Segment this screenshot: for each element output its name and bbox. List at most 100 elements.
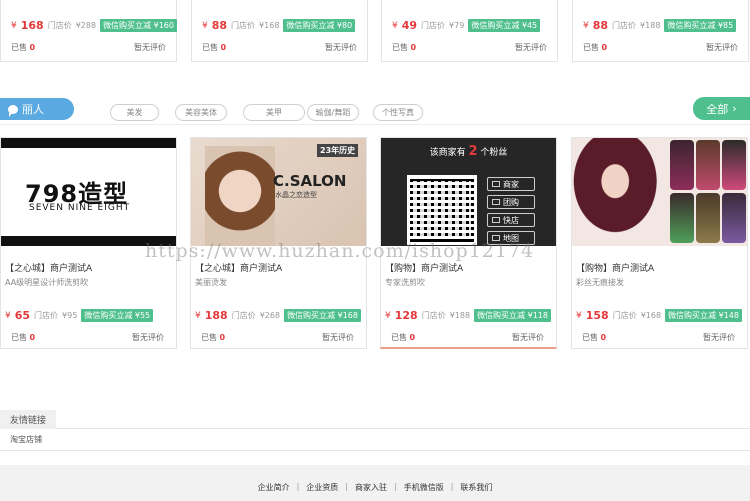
store-price: ¥95 <box>62 311 78 320</box>
product-title[interactable]: 【购物】商户测试A <box>576 261 654 274</box>
hair-swatch <box>696 140 720 190</box>
category-tag-beauty[interactable]: 美容美体 <box>175 104 227 121</box>
footer-link-contact[interactable]: 联系我们 <box>460 482 492 493</box>
footer-separator: | <box>296 482 300 491</box>
deal-card[interactable]: ¥ 168 门店价 ¥288 微信购买立减 ¥160 已售 0 暂无评价 <box>0 0 177 62</box>
sold-count: 已售 0 <box>583 43 608 52</box>
model-photo <box>205 146 275 246</box>
category-tag-hair[interactable]: 美发 <box>110 104 159 121</box>
model-photo <box>572 138 668 246</box>
product-image[interactable]: 23年历史 C.SALON 水晶之恋造型 <box>191 138 366 246</box>
product-desc: 美丽烫发 <box>195 278 227 287</box>
footer-nav: 企业简介 | 企业资质 | 商家入驻 | 手机微信版 | 联系我们 <box>0 482 750 493</box>
product-image[interactable]: 该商家有 2 个粉丝 商家 团购 快店 地图 <box>381 138 556 246</box>
product-image[interactable]: 798造型 SEVEN NINE EIGHT <box>1 138 176 246</box>
store-price-label: 门店价 <box>47 21 72 30</box>
deal-card[interactable]: ¥ 88 门店价 ¥188 微信购买立减 ¥85 已售 0 暂无评价 <box>572 0 749 62</box>
footer-link-mobile[interactable]: 手机微信版 <box>404 482 444 493</box>
view-all-button[interactable]: 全部 › <box>693 97 750 120</box>
category-bar: 丽人 美发 美容美体 美甲 瑜伽/舞蹈 个性写真 <box>0 95 750 125</box>
qr-code-icon <box>407 175 477 245</box>
image-brand-text: C.SALON <box>273 172 347 190</box>
review-status: 暂无评价 <box>515 43 547 52</box>
category-title-label: 丽人 <box>22 103 44 116</box>
category-tag-photo[interactable]: 个性写真 <box>373 104 423 121</box>
deal-price: 88 <box>211 19 228 32</box>
product-image[interactable] <box>572 138 747 246</box>
review-status: 暂无评价 <box>132 333 164 342</box>
friend-links-list: 淘宝店铺 <box>0 429 750 451</box>
fans-header: 该商家有 2 个粉丝 <box>429 144 508 159</box>
qr-menu-item: 商家 <box>487 177 535 191</box>
footer-link-about[interactable]: 企业简介 <box>258 482 290 493</box>
deal-card[interactable]: ¥ 88 门店价 ¥168 微信购买立减 ¥80 已售 0 暂无评价 <box>191 0 368 62</box>
review-status: 暂无评价 <box>703 333 735 342</box>
wechat-discount-badge: 微信购买立减 ¥168 <box>284 309 361 322</box>
sold-count: 已售 0 <box>201 333 226 342</box>
friend-links-title: 友情链接 <box>0 410 57 429</box>
store-price-label: 门店价 <box>421 311 446 320</box>
hair-swatch <box>670 193 694 243</box>
footer-separator: | <box>345 482 348 491</box>
store-price-label: 门店价 <box>34 311 59 320</box>
store-price: ¥168 <box>640 311 662 320</box>
page: ¥ 168 门店价 ¥288 微信购买立减 ¥160 已售 0 暂无评价 ¥ 8… <box>0 0 750 501</box>
footer-link-qualification[interactable]: 企业资质 <box>306 482 338 493</box>
currency-symbol: ¥ <box>576 310 582 321</box>
store-price-label: 门店价 <box>231 311 256 320</box>
review-status: 暂无评价 <box>322 333 354 342</box>
store-price-label: 门店价 <box>612 311 637 320</box>
product-title[interactable]: 【之心城】商户测试A <box>5 261 92 274</box>
review-status: 暂无评价 <box>325 43 357 52</box>
image-sub-text: 水晶之恋造型 <box>275 191 317 199</box>
chat-bubble-icon <box>8 104 18 117</box>
store-price: ¥288 <box>75 21 97 30</box>
friend-links-header: 友情链接 <box>0 410 750 429</box>
product-title[interactable]: 【购物】商户测试A <box>385 261 463 274</box>
category-tag-yoga[interactable]: 瑜伽/舞蹈 <box>307 104 359 121</box>
sold-count: 已售 0 <box>392 43 417 52</box>
currency-symbol: ¥ <box>11 20 17 31</box>
currency-symbol: ¥ <box>5 310 11 321</box>
currency-symbol: ¥ <box>385 310 391 321</box>
store-price: ¥188 <box>640 21 661 30</box>
product-desc: AA级明星设计师洗剪吹 <box>5 278 89 287</box>
store-price: ¥79 <box>449 21 465 30</box>
deal-price: 128 <box>394 309 418 322</box>
friend-link[interactable]: 淘宝店铺 <box>10 434 42 445</box>
deal-price: 158 <box>585 309 609 322</box>
view-all-label: 全部 <box>706 102 729 116</box>
wechat-discount-badge: 微信购买立减 ¥45 <box>468 19 541 32</box>
image-band <box>1 138 176 148</box>
category-title[interactable]: 丽人 <box>0 98 74 120</box>
store-price-label: 门店价 <box>231 21 256 30</box>
footer-link-merchant-join[interactable]: 商家入驻 <box>355 482 387 493</box>
footer-separator: | <box>394 482 397 491</box>
hair-swatch <box>670 140 694 190</box>
store-price: ¥268 <box>259 311 281 320</box>
sold-count: 已售 0 <box>11 333 36 342</box>
sold-count: 已售 0 <box>582 333 607 342</box>
wechat-discount-badge: 微信购买立减 ¥55 <box>81 309 154 322</box>
deal-price: 88 <box>592 19 609 32</box>
currency-symbol: ¥ <box>392 20 398 31</box>
image-years-badge: 23年历史 <box>317 144 359 157</box>
chevron-right-icon: › <box>732 102 737 115</box>
product-desc: 专家洗剪吹 <box>385 278 425 287</box>
watermark: https://www.huzhan.com/ishop12174 <box>145 240 535 262</box>
image-sub-text: SEVEN NINE EIGHT <box>29 203 131 213</box>
review-status: 暂无评价 <box>512 333 544 342</box>
product-card[interactable]: 【购物】商户测试A 彩丝无痕接发 ¥ 158 门店价 ¥168 微信购买立减 ¥… <box>571 137 748 349</box>
deal-price: 188 <box>204 309 228 322</box>
footer-separator: | <box>450 482 454 491</box>
review-status: 暂无评价 <box>134 43 166 52</box>
wechat-discount-badge: 微信购买立减 ¥80 <box>283 19 356 32</box>
deal-price: 49 <box>401 19 418 32</box>
deal-card[interactable]: ¥ 49 门店价 ¥79 微信购买立减 ¥45 已售 0 暂无评价 <box>381 0 558 62</box>
hair-swatch <box>722 193 746 243</box>
product-title[interactable]: 【之心城】商户测试A <box>195 261 282 274</box>
deal-price: 65 <box>14 309 31 322</box>
wechat-discount-badge: 微信购买立减 ¥148 <box>665 309 742 322</box>
category-tag-nails[interactable]: 美甲 <box>243 104 305 121</box>
wechat-discount-badge: 微信购买立减 ¥118 <box>474 309 551 322</box>
